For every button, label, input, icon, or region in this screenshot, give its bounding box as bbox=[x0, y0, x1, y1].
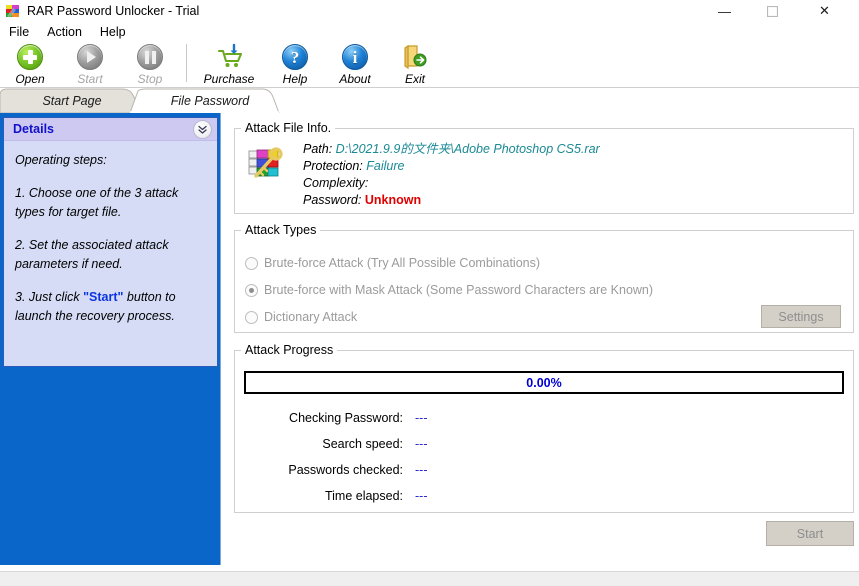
file-info-path: Path: D:\2021.9.9的文件夹\Adobe Photoshop CS… bbox=[303, 141, 600, 158]
details-step-3-keyword: "Start" bbox=[83, 290, 124, 304]
radio-brute-force-attack[interactable]: Brute-force Attack (Try All Possible Com… bbox=[245, 256, 540, 270]
stat-value-time-elapsed: --- bbox=[415, 489, 428, 503]
toolbar-label-stop: Stop bbox=[137, 72, 163, 86]
toolbar-label-about: About bbox=[339, 72, 371, 86]
close-button[interactable]: ✕ bbox=[802, 0, 847, 22]
info-icon: i bbox=[341, 43, 369, 71]
attack-progress-legend: Attack Progress bbox=[245, 343, 334, 357]
file-info-protection-value: Failure bbox=[366, 159, 405, 173]
menu-item-file[interactable]: File bbox=[0, 22, 38, 42]
stat-passwords-checked: Passwords checked: --- bbox=[263, 463, 563, 479]
file-info-complexity-key: Complexity: bbox=[303, 176, 369, 190]
maximize-icon bbox=[767, 5, 778, 17]
stat-value-passwords-checked: --- bbox=[415, 463, 428, 477]
attack-file-info-legend: Attack File Info. bbox=[245, 121, 332, 135]
toolbar-label-start: Start bbox=[77, 72, 103, 86]
shopping-cart-icon bbox=[215, 43, 243, 71]
attack-file-info-group: Attack File Info. Path: D:\2021.9.9的文件夹\… bbox=[234, 121, 854, 214]
radio-dot-brute-force bbox=[245, 256, 258, 270]
play-icon bbox=[76, 43, 104, 71]
progress-percent-label: 0.00% bbox=[526, 375, 562, 390]
toolbar-button-open[interactable]: Open bbox=[0, 42, 60, 88]
stat-checking-password: Checking Password: --- bbox=[263, 411, 563, 427]
main-content: Details Operating steps: 1. Choose one o… bbox=[0, 113, 859, 571]
menu-item-help[interactable]: Help bbox=[91, 22, 135, 42]
tab-label-start-page: Start Page bbox=[42, 93, 102, 108]
details-panel-title: Details bbox=[13, 122, 54, 136]
file-info-path-key: Path: bbox=[303, 142, 333, 156]
stat-value-search-speed: --- bbox=[415, 437, 428, 451]
radio-brute-force-mask-attack[interactable]: Brute-force with Mask Attack (Some Passw… bbox=[245, 283, 653, 297]
exit-door-icon bbox=[401, 43, 429, 71]
menu-bar: File Action Help bbox=[0, 22, 859, 42]
window-title: RAR Password Unlocker - Trial bbox=[27, 4, 200, 18]
radio-dot-brute-force-mask bbox=[245, 283, 258, 297]
details-step-3-prefix: 3. Just click bbox=[15, 290, 80, 304]
tab-start-page[interactable]: Start Page bbox=[0, 88, 144, 113]
details-panel-body: Operating steps: 1. Choose one of the 3 … bbox=[4, 141, 217, 326]
tab-strip: Start Page File Password bbox=[0, 88, 859, 113]
progress-bar: 0.00% bbox=[244, 371, 844, 394]
tab-label-file-password: File Password bbox=[170, 93, 250, 108]
radio-label-brute-force-mask: Brute-force with Mask Attack (Some Passw… bbox=[264, 283, 654, 297]
chevron-double-down-icon[interactable] bbox=[193, 120, 212, 139]
details-step-1: 1. Choose one of the 3 attack types for … bbox=[15, 186, 179, 219]
minimize-button[interactable]: — bbox=[702, 0, 747, 22]
rar-archive-key-icon bbox=[247, 145, 285, 181]
title-bar: RAR Password Unlocker - Trial — ✕ bbox=[0, 0, 859, 22]
toolbar-button-exit[interactable]: Exit bbox=[385, 42, 445, 88]
toolbar: Open Start Stop Purchase ? Help i About … bbox=[0, 42, 859, 88]
toolbar-label-exit: Exit bbox=[404, 72, 425, 86]
file-info-complexity: Complexity: bbox=[303, 175, 600, 192]
toolbar-label-purchase: Purchase bbox=[203, 72, 255, 86]
maximize-button[interactable] bbox=[750, 0, 795, 22]
file-info-protection: Protection: Failure bbox=[303, 158, 600, 175]
toolbar-label-help: Help bbox=[282, 72, 308, 86]
file-info-password-value: Unknown bbox=[364, 193, 422, 207]
stat-value-checking-password: --- bbox=[415, 411, 428, 425]
toolbar-button-help[interactable]: ? Help bbox=[265, 42, 325, 88]
left-panel: Details Operating steps: 1. Choose one o… bbox=[0, 113, 221, 565]
toolbar-button-stop[interactable]: Stop bbox=[120, 42, 180, 88]
open-plus-icon bbox=[16, 43, 44, 71]
menu-item-action[interactable]: Action bbox=[38, 22, 91, 42]
details-panel: Details Operating steps: 1. Choose one o… bbox=[3, 117, 218, 367]
pause-icon bbox=[136, 43, 164, 71]
toolbar-label-open: Open bbox=[15, 72, 45, 86]
file-info-lines: Path: D:\2021.9.9的文件夹\Adobe Photoshop CS… bbox=[303, 141, 600, 209]
radio-label-dictionary: Dictionary Attack bbox=[264, 310, 358, 324]
stat-key-time-elapsed: Time elapsed: bbox=[324, 489, 403, 503]
file-info-protection-key: Protection: bbox=[303, 159, 363, 173]
radio-dot-dictionary bbox=[245, 310, 258, 324]
details-step-2: 2. Set the associated attack parameters … bbox=[15, 238, 169, 271]
details-intro: Operating steps: bbox=[15, 153, 107, 167]
settings-button[interactable]: Settings bbox=[761, 305, 841, 328]
file-info-password: Password: Unknown bbox=[303, 192, 600, 209]
details-panel-header: Details bbox=[4, 118, 217, 141]
toolbar-button-about[interactable]: i About bbox=[325, 42, 385, 88]
stat-search-speed: Search speed: --- bbox=[263, 437, 563, 453]
toolbar-separator bbox=[186, 44, 187, 82]
stat-key-passwords-checked: Passwords checked: bbox=[288, 463, 403, 477]
start-button[interactable]: Start bbox=[766, 521, 854, 546]
stat-key-search-speed: Search speed: bbox=[322, 437, 403, 451]
attack-types-legend: Attack Types bbox=[245, 223, 317, 237]
file-info-path-value: D:\2021.9.9的文件夹\Adobe Photoshop CS5.rar bbox=[335, 142, 600, 156]
toolbar-button-purchase[interactable]: Purchase bbox=[193, 42, 265, 88]
status-bar bbox=[0, 571, 859, 586]
toolbar-button-start[interactable]: Start bbox=[60, 42, 120, 88]
right-pane: Attack File Info. Path: D:\2021.9.9的文件夹\… bbox=[226, 113, 859, 565]
radio-dictionary-attack[interactable]: Dictionary Attack bbox=[245, 310, 357, 324]
details-step-3: 3. Just click "Start" button to launch t… bbox=[15, 288, 207, 326]
attack-types-group: Attack Types Brute-force Attack (Try All… bbox=[234, 223, 854, 333]
app-icon bbox=[5, 3, 21, 19]
question-mark-icon: ? bbox=[281, 43, 309, 71]
tab-file-password[interactable]: File Password bbox=[130, 88, 290, 113]
file-info-password-key: Password: bbox=[303, 193, 362, 207]
radio-label-brute-force: Brute-force Attack (Try All Possible Com… bbox=[264, 256, 541, 270]
attack-progress-group: Attack Progress 0.00% Checking Password:… bbox=[234, 343, 854, 513]
stat-time-elapsed: Time elapsed: --- bbox=[263, 489, 563, 505]
stat-key-checking-password: Checking Password: bbox=[289, 411, 403, 425]
